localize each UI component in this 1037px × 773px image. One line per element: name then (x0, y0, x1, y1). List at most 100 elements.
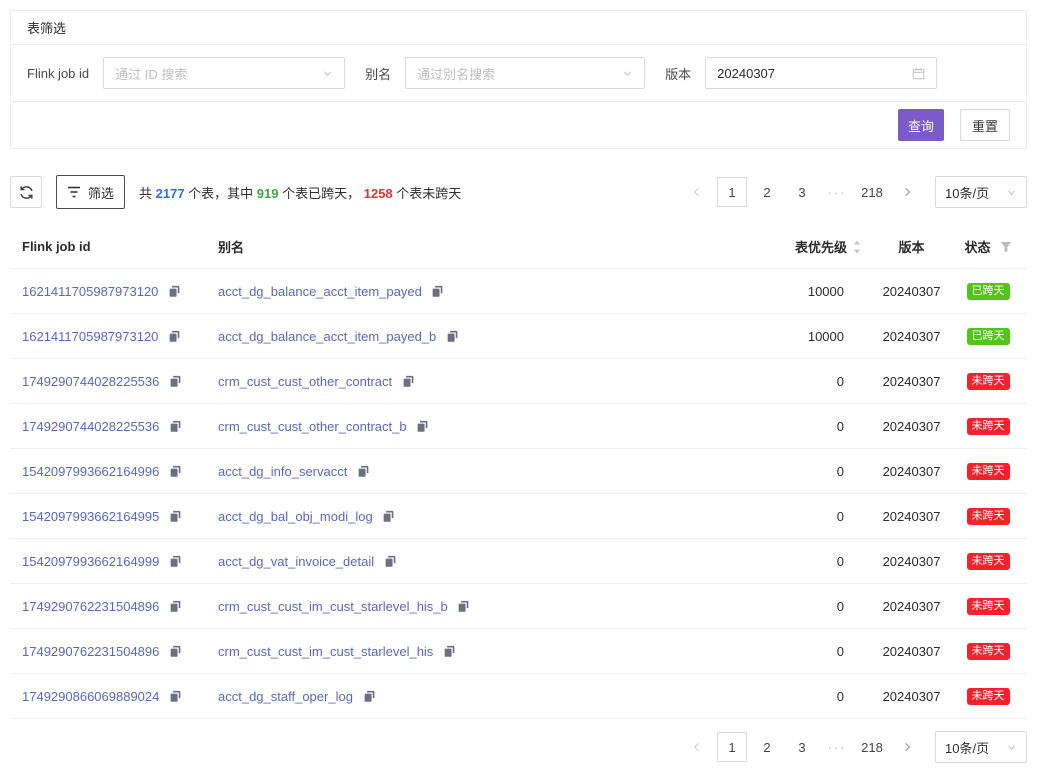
job-id-link[interactable]: 1542097993662164995 (22, 509, 159, 524)
priority-cell: 10000 (694, 284, 874, 299)
page-number-last[interactable]: 218 (857, 177, 887, 207)
copy-icon[interactable] (169, 375, 182, 388)
copy-icon[interactable] (382, 510, 395, 523)
alias-select[interactable]: 通过别名搜索 (405, 57, 645, 89)
priority-cell: 0 (694, 374, 874, 389)
copy-icon[interactable] (457, 600, 470, 613)
pagination-ellipsis[interactable]: ··· (822, 177, 852, 207)
page-number-3[interactable]: 3 (787, 732, 817, 762)
prev-page-button[interactable] (682, 177, 712, 207)
alias-link[interactable]: acct_dg_balance_acct_item_payed (218, 284, 422, 299)
job-id-link[interactable]: 1749290866069889024 (22, 689, 159, 704)
alias-cell: crm_cust_cust_other_contract_b (206, 419, 694, 434)
status-badge: 未跨天 (967, 643, 1010, 660)
job-id-link[interactable]: 1749290762231504896 (22, 599, 159, 614)
job-id-link[interactable]: 1621411705987973120 (22, 329, 158, 344)
filter-button-label: 筛选 (88, 183, 114, 202)
version-cell: 20240307 (874, 419, 949, 434)
alias-link[interactable]: crm_cust_cust_im_cust_starlevel_his (218, 644, 433, 659)
job-id-cell: 1542097993662164995 (10, 509, 206, 524)
reset-button[interactable]: 重置 (960, 109, 1010, 141)
next-page-button[interactable] (892, 177, 922, 207)
page-size-select[interactable]: 10条/页 (935, 176, 1027, 208)
refresh-button[interactable] (10, 176, 42, 208)
pagination-ellipsis[interactable]: ··· (822, 732, 852, 762)
filter-form: Flink job id 通过 ID 搜索 别名 通过别名搜索 (11, 45, 1026, 101)
alias-link[interactable]: acct_dg_info_servacct (218, 464, 347, 479)
filter-button[interactable]: 筛选 (56, 175, 125, 209)
alias-link[interactable]: acct_dg_staff_oper_log (218, 689, 353, 704)
page-size-select[interactable]: 10条/页 (935, 731, 1027, 763)
copy-icon[interactable] (384, 555, 397, 568)
version-cell: 20240307 (874, 374, 949, 389)
table-row: 1542097993662164996 acct_dg_info_servacc… (10, 449, 1027, 494)
alias-cell: acct_dg_info_servacct (206, 464, 694, 479)
copy-icon[interactable] (446, 330, 459, 343)
copy-icon[interactable] (363, 690, 376, 703)
job-id-select[interactable]: 通过 ID 搜索 (103, 57, 345, 89)
column-header-status: 状态 (949, 237, 1027, 256)
page-number-1[interactable]: 1 (717, 732, 747, 762)
alias-link[interactable]: crm_cust_cust_im_cust_starlevel_his_b (218, 599, 448, 614)
copy-icon[interactable] (431, 285, 444, 298)
alias-link[interactable]: crm_cust_cust_other_contract (218, 374, 392, 389)
copy-icon[interactable] (357, 465, 370, 478)
table-header: Flink job id 别名 表优先级 版本 状态 (10, 225, 1027, 269)
job-id-link[interactable]: 1542097993662164999 (22, 554, 159, 569)
column-header-alias: 别名 (206, 237, 694, 256)
copy-icon[interactable] (169, 555, 182, 568)
filter-card: 表筛选 Flink job id 通过 ID 搜索 别名 通过别名搜索 (10, 10, 1027, 149)
job-id-link[interactable]: 1749290744028225536 (22, 419, 159, 434)
copy-icon[interactable] (402, 375, 415, 388)
version-cell: 20240307 (874, 689, 949, 704)
prev-page-button[interactable] (682, 732, 712, 762)
filter-actions: 查询 重置 (11, 101, 1026, 148)
column-filter-icon[interactable] (1000, 241, 1012, 253)
summary-crossed-count: 919 (257, 186, 279, 201)
page-number-2[interactable]: 2 (752, 732, 782, 762)
copy-icon[interactable] (169, 690, 182, 703)
copy-icon[interactable] (169, 420, 182, 433)
page-number-2[interactable]: 2 (752, 177, 782, 207)
query-button[interactable]: 查询 (898, 109, 944, 141)
status-cell: 已跨天 (949, 283, 1027, 300)
job-id-link[interactable]: 1749290744028225536 (22, 374, 159, 389)
copy-icon[interactable] (168, 330, 181, 343)
copy-icon[interactable] (169, 465, 182, 478)
page-number-1[interactable]: 1 (717, 177, 747, 207)
page-number-last[interactable]: 218 (857, 732, 887, 762)
page-number-3[interactable]: 3 (787, 177, 817, 207)
copy-icon[interactable] (416, 420, 429, 433)
column-header-version: 版本 (874, 237, 949, 256)
chevron-down-icon (1006, 742, 1017, 753)
alias-cell: acct_dg_staff_oper_log (206, 689, 694, 704)
alias-link[interactable]: acct_dg_vat_invoice_detail (218, 554, 374, 569)
priority-cell: 0 (694, 599, 874, 614)
job-id-link[interactable]: 1621411705987973120 (22, 284, 158, 299)
priority-cell: 0 (694, 689, 874, 704)
status-badge: 已跨天 (967, 283, 1010, 300)
alias-link[interactable]: acct_dg_balance_acct_item_payed_b (218, 329, 436, 344)
filter-card-title: 表筛选 (11, 11, 1026, 45)
version-cell: 20240307 (874, 329, 949, 344)
version-cell: 20240307 (874, 644, 949, 659)
column-header-priority[interactable]: 表优先级 (694, 237, 874, 256)
alias-label: 别名 (365, 64, 391, 83)
copy-icon[interactable] (169, 510, 182, 523)
status-badge: 未跨天 (967, 688, 1010, 705)
alias-link[interactable]: acct_dg_bal_obj_modi_log (218, 509, 373, 524)
copy-icon[interactable] (168, 285, 181, 298)
job-id-link[interactable]: 1749290762231504896 (22, 644, 159, 659)
copy-icon[interactable] (443, 645, 456, 658)
job-id-link[interactable]: 1542097993662164996 (22, 464, 159, 479)
priority-cell: 0 (694, 509, 874, 524)
status-cell: 未跨天 (949, 463, 1027, 480)
next-page-button[interactable] (892, 732, 922, 762)
sort-icon[interactable] (852, 240, 862, 254)
version-date-input[interactable]: 20240307 (705, 57, 937, 89)
job-id-label: Flink job id (27, 66, 89, 81)
job-id-cell: 1621411705987973120 (10, 329, 206, 344)
alias-link[interactable]: crm_cust_cust_other_contract_b (218, 419, 407, 434)
copy-icon[interactable] (169, 600, 182, 613)
copy-icon[interactable] (169, 645, 182, 658)
